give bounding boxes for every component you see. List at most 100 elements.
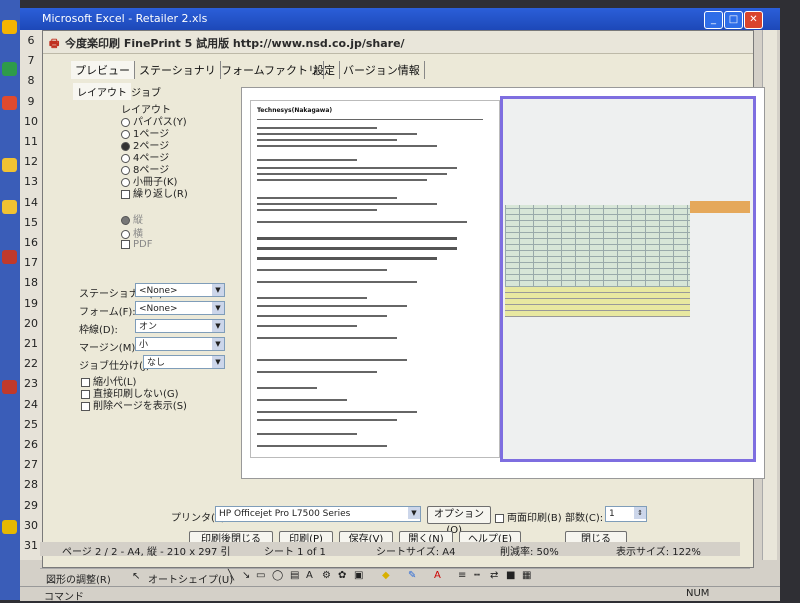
dash-style-icon[interactable]: ┅ [474, 570, 480, 581]
row-number[interactable]: 15 [20, 216, 42, 229]
printer-select[interactable]: HP Officejet Pro L7500 Series ▼ [215, 506, 421, 522]
row-number[interactable]: 27 [20, 458, 42, 471]
row-number[interactable]: 30 [20, 519, 42, 532]
textbox-icon[interactable]: ▤ [290, 570, 299, 581]
maximize-button[interactable]: □ [724, 11, 743, 29]
fill-color-icon[interactable]: ◆ [382, 570, 390, 581]
arrow-style-icon[interactable]: ⇄ [490, 570, 498, 581]
taskbar-icon[interactable] [2, 62, 17, 76]
job-sort-label: ジョブ仕分け(J): [79, 361, 154, 372]
taskbar-icon[interactable] [2, 250, 17, 264]
row-number[interactable]: 10 [20, 115, 42, 128]
tab-preview[interactable]: プレビュー [71, 61, 135, 79]
draw-menu[interactable]: 図形の調整(R) [46, 571, 111, 586]
shadow-icon[interactable]: ■ [506, 570, 515, 581]
diagram-icon[interactable]: ⚙ [322, 570, 331, 581]
tab-form-factory[interactable]: フォームファクトリ [217, 61, 325, 79]
row-number[interactable]: 19 [20, 297, 42, 310]
line-color-icon[interactable]: ✎ [408, 570, 416, 581]
clipart-icon[interactable]: ✿ [338, 570, 346, 581]
taskbar-icon[interactable] [2, 380, 17, 394]
oval-icon[interactable]: ◯ [272, 570, 283, 581]
row-number[interactable]: 14 [20, 196, 42, 209]
close-button[interactable]: ✕ [744, 11, 763, 29]
row-number[interactable]: 28 [20, 478, 42, 491]
row-number[interactable]: 25 [20, 418, 42, 431]
preview-pane[interactable]: Technesys(Nakagawa) [241, 87, 765, 479]
row-number[interactable]: 13 [20, 175, 42, 188]
copies-stepper[interactable]: 1 ⇕ [605, 506, 647, 522]
taskbar-icon[interactable] [2, 20, 17, 34]
chevron-down-icon: ▼ [408, 507, 420, 519]
job-sort-select[interactable]: なし ▼ [143, 355, 225, 369]
row-number[interactable]: 18 [20, 276, 42, 289]
tab-stationery[interactable]: ステーショナリ [135, 61, 221, 79]
mode-indicator: コマンド [44, 592, 84, 603]
row-number[interactable]: 24 [20, 398, 42, 411]
border-select[interactable]: オン ▼ [135, 319, 225, 333]
copies-label: 部数(C): [565, 513, 604, 524]
picture-icon[interactable]: ▣ [354, 570, 363, 581]
row-number[interactable]: 23 [20, 377, 42, 390]
row-number[interactable]: 7 [20, 54, 42, 67]
row-headers: 6 7 8 9 10 11 12 13 14 15 16 17 18 19 20 21 22 23 24 25 26 27… [20, 30, 43, 560]
status-display-size: 表示サイズ: 122% [616, 547, 701, 558]
taskbar-icon[interactable] [2, 200, 17, 214]
tab-settings[interactable]: 設定 [309, 61, 340, 79]
wordart-icon[interactable]: A [306, 570, 313, 581]
chevron-down-icon: ▼ [212, 338, 224, 350]
margin-select[interactable]: 小 ▼ [135, 337, 225, 351]
chevron-down-icon: ▼ [212, 356, 224, 368]
excel-title: Microsoft Excel - Retailer 2.xls [42, 12, 208, 25]
options-button[interactable]: オプション(O)... [427, 506, 491, 536]
rectangle-icon[interactable]: ▭ [256, 570, 265, 581]
row-number[interactable]: 31 [20, 539, 42, 552]
autoshape-menu[interactable]: オートシェイプ(U) [148, 571, 233, 586]
orientation-portrait[interactable]: 縦 [121, 211, 143, 226]
orientation-landscape[interactable]: 横 [121, 225, 143, 240]
line-icon[interactable]: ╲ [228, 570, 234, 581]
form-select[interactable]: <None> ▼ [135, 301, 225, 315]
stepper-icon[interactable]: ⇕ [634, 507, 646, 519]
row-number[interactable]: 12 [20, 155, 42, 168]
row-number[interactable]: 20 [20, 317, 42, 330]
show-deleted-checkbox[interactable]: 削除ページを表示(S) [81, 397, 187, 412]
preview-page-right[interactable] [500, 96, 756, 462]
chevron-down-icon: ▼ [212, 302, 224, 314]
border-label: 枠線(D): [79, 325, 118, 336]
tab-version[interactable]: バージョン情報 [339, 61, 425, 79]
subtab-job[interactable]: ジョブ [127, 83, 165, 100]
row-number[interactable]: 6 [20, 34, 42, 47]
row-number[interactable]: 16 [20, 236, 42, 249]
3d-icon[interactable]: ▦ [522, 570, 531, 581]
minimize-button[interactable]: _ [704, 11, 723, 29]
taskbar-icon[interactable] [2, 96, 17, 110]
row-number[interactable]: 29 [20, 499, 42, 512]
drawing-toolbar: 図形の調整(R) ↖ オートシェイプ(U) ╲ ↘ ▭ ◯ ▤ A ⚙ ✿ ▣ … [40, 568, 750, 586]
chevron-down-icon: ▼ [212, 320, 224, 332]
dialog-title-bar: 🖶 今度楽印刷 FinePrint 5 試用版 http://www.nsd.c… [43, 31, 753, 54]
taskbar-icon[interactable] [2, 158, 17, 172]
select-arrow-icon[interactable]: ↖ [132, 571, 140, 582]
taskbar-icon[interactable] [2, 520, 17, 534]
row-number[interactable]: 22 [20, 357, 42, 370]
orientation-pdf[interactable]: PDF [121, 239, 152, 250]
form-label: フォーム(F): [79, 307, 136, 318]
row-number[interactable]: 11 [20, 135, 42, 148]
status-page: ページ 2 / 2 - A4, 縦 - 210 x 297 引 [62, 547, 231, 558]
row-number[interactable]: 21 [20, 337, 42, 350]
status-reduction: 削減率: 50% [500, 547, 559, 558]
row-number[interactable]: 8 [20, 74, 42, 87]
arrow-icon[interactable]: ↘ [242, 570, 250, 581]
row-number[interactable]: 17 [20, 256, 42, 269]
preview-page-left[interactable]: Technesys(Nakagawa) [250, 100, 500, 458]
subtab-layout[interactable]: レイアウト [73, 83, 131, 100]
line-style-icon[interactable]: ≡ [458, 570, 466, 581]
stationery-select[interactable]: <None> ▼ [135, 283, 225, 297]
font-color-icon[interactable]: A [434, 570, 441, 581]
layout-option-repeat[interactable]: 繰り返し(R) [121, 185, 188, 200]
row-number[interactable]: 9 [20, 95, 42, 108]
duplex-checkbox[interactable]: 両面印刷(B) [495, 509, 562, 524]
spreadsheet-highlight [505, 287, 690, 317]
row-number[interactable]: 26 [20, 438, 42, 451]
